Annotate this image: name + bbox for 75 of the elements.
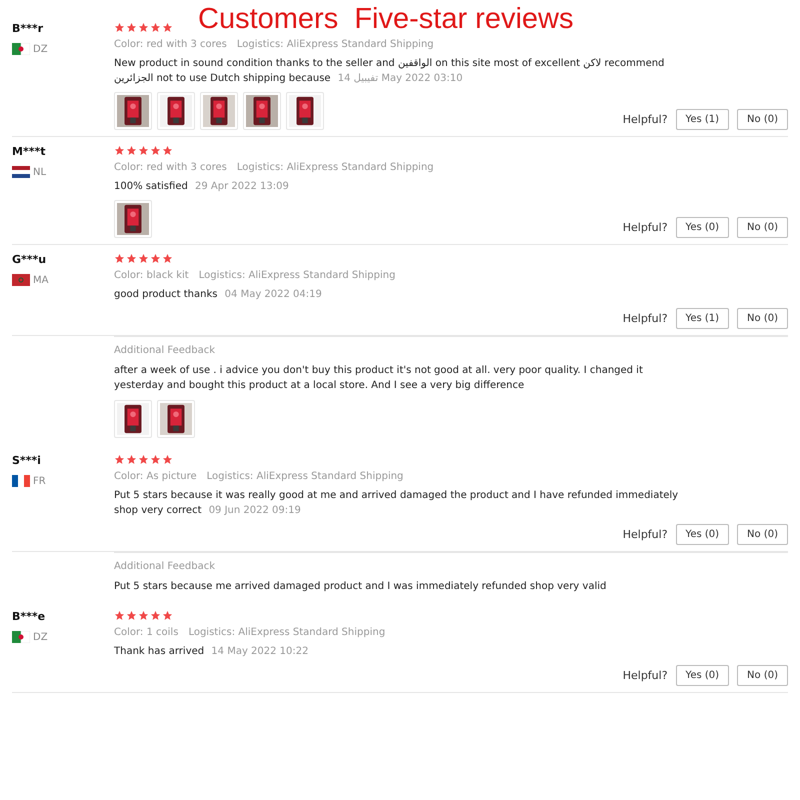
flag-icon xyxy=(12,631,30,643)
no-button[interactable]: No (0) xyxy=(737,109,788,130)
color-option: Color: 1 coils xyxy=(114,627,178,638)
color-option: Color: As picture xyxy=(114,471,197,482)
star-icon xyxy=(126,454,137,465)
no-button[interactable]: No (0) xyxy=(737,308,788,329)
reviewer-name: G***u xyxy=(12,253,48,266)
star-icon xyxy=(114,610,125,621)
yes-button[interactable]: Yes (0) xyxy=(676,217,730,238)
reviewer-name: B***r xyxy=(12,22,44,35)
star-icon xyxy=(162,610,173,621)
star-icon xyxy=(150,253,161,264)
helpful-label: Helpful? xyxy=(622,113,668,126)
yes-button[interactable]: Yes (1) xyxy=(676,109,730,130)
star-icon xyxy=(114,22,125,33)
star-icon xyxy=(162,253,173,264)
review-text: Put 5 stars because it was really good at me and arrived damaged the product and I have refunded immediately shop very correct 09 Jun 2022 09:19 xyxy=(114,489,680,518)
feedback-text: Put 5 stars because me arrived damaged product and I was immediately refunded shop very valid xyxy=(114,580,608,594)
banner-title: Customers Five-star reviews xyxy=(198,2,574,37)
star-icon xyxy=(114,253,125,264)
yes-button[interactable]: Yes (1) xyxy=(676,308,730,329)
star-icon xyxy=(126,253,137,264)
review-text: 100% satisfied 29 Apr 2022 13:09 xyxy=(114,180,290,194)
no-button[interactable]: No (0) xyxy=(737,524,788,545)
star-icon xyxy=(150,454,161,465)
additional-feedback-title: Additional Feedback xyxy=(114,345,216,356)
logistics-info: Logistics: AliExpress Standard Shipping xyxy=(236,39,434,50)
reviewer-name: B***e xyxy=(12,610,46,623)
yes-button[interactable]: Yes (0) xyxy=(676,665,730,686)
yes-button[interactable]: Yes (0) xyxy=(676,524,730,545)
star-icon xyxy=(150,610,161,621)
star-icon xyxy=(150,145,161,156)
review-text: Thank has arrived 14 May 2022 10:22 xyxy=(114,645,310,659)
no-button[interactable]: No (0) xyxy=(737,217,788,238)
star-icon xyxy=(150,22,161,33)
helpful-label: Helpful? xyxy=(622,669,668,682)
star-icon xyxy=(114,454,125,465)
star-icon xyxy=(114,145,125,156)
no-button[interactable]: No (0) xyxy=(737,665,788,686)
helpful-label: Helpful? xyxy=(622,312,668,325)
star-icon xyxy=(138,610,149,621)
country-code: DZ xyxy=(33,632,48,642)
star-icon xyxy=(162,22,173,33)
country-code: DZ xyxy=(33,44,48,54)
star-icon xyxy=(162,454,173,465)
review-text: New product in sound condition thanks to the seller and الواقفين on this site most of excellent لاكن recommend الجزائرين not to use Dutch shipping because 14 تفيبيل May 2022 03:10 xyxy=(114,57,666,86)
country-code: FR xyxy=(33,476,46,486)
flag-icon xyxy=(12,43,30,55)
logistics-info: Logistics: AliExpress Standard Shipping xyxy=(198,270,396,281)
color-option: Color: red with 3 cores xyxy=(114,162,227,173)
color-option: Color: black kit xyxy=(114,270,189,281)
additional-feedback-title: Additional Feedback xyxy=(114,561,216,572)
flag-icon xyxy=(12,274,30,286)
color-option: Color: red with 3 cores xyxy=(114,39,227,50)
star-icon xyxy=(126,610,137,621)
reviewer-name: S***i xyxy=(12,454,42,467)
star-icon xyxy=(138,22,149,33)
logistics-info: Logistics: AliExpress Standard Shipping xyxy=(188,627,386,638)
star-icon xyxy=(126,145,137,156)
star-icon xyxy=(138,253,149,264)
star-icon xyxy=(126,22,137,33)
star-icon xyxy=(162,145,173,156)
flag-icon xyxy=(12,475,30,487)
review-text: good product thanks 04 May 2022 04:19 xyxy=(114,288,323,302)
logistics-info: Logistics: AliExpress Standard Shipping xyxy=(236,162,434,173)
feedback-text: after a week of use . i advice you don't buy this product it's not good at all. very poor quality. I changed it yesterday and bought this product at a local store. And I see a very big difference xyxy=(114,364,644,393)
flag-icon xyxy=(12,166,30,178)
star-icon xyxy=(138,454,149,465)
helpful-label: Helpful? xyxy=(622,528,668,541)
reviewer-name: M***t xyxy=(12,145,46,158)
helpful-label: Helpful? xyxy=(622,221,668,234)
logistics-info: Logistics: AliExpress Standard Shipping xyxy=(206,471,404,482)
country-code: NL xyxy=(33,166,46,178)
star-icon xyxy=(138,145,149,156)
country-code: MA xyxy=(33,274,48,286)
